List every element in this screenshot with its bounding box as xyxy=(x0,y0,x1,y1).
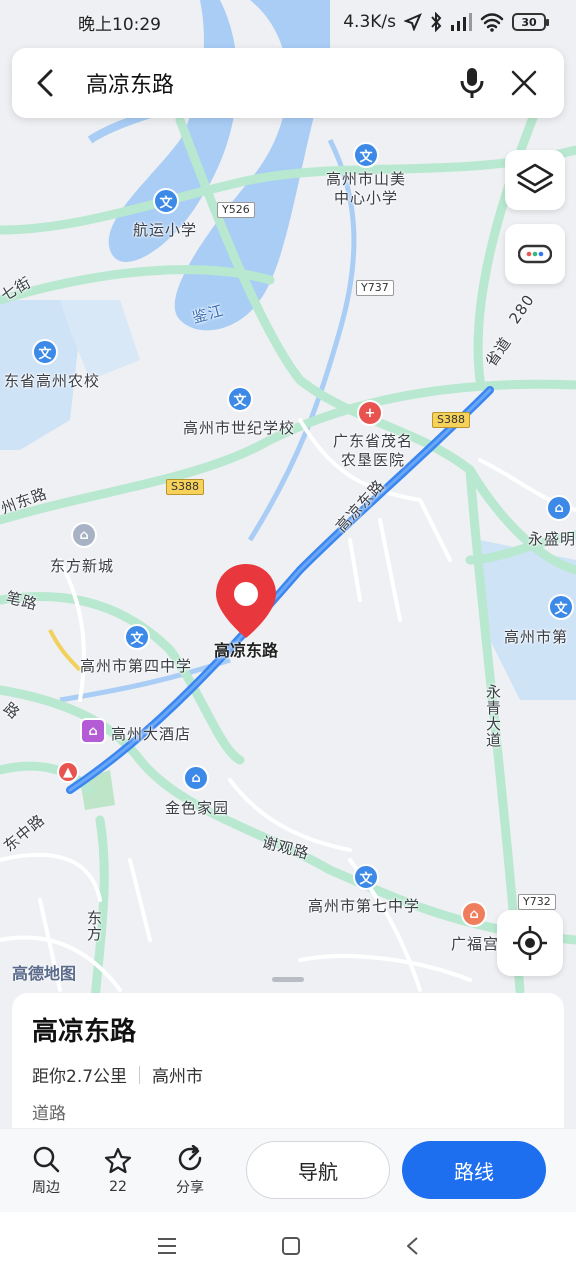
close-icon xyxy=(511,70,537,96)
poi-label[interactable]: 高州市第 xyxy=(504,626,568,647)
search-bar[interactable]: 高凉东路 xyxy=(12,48,564,118)
temple-icon[interactable]: ⌂ xyxy=(461,901,487,927)
poi-label[interactable]: 广福宫 xyxy=(451,933,499,954)
nearby-button[interactable]: 周边 xyxy=(10,1145,82,1197)
place-type: 道路 xyxy=(32,1104,66,1124)
bluetooth-icon xyxy=(431,12,442,32)
microphone-icon xyxy=(460,68,484,98)
wifi-icon xyxy=(480,13,504,32)
chevron-left-icon xyxy=(37,69,53,97)
route-button[interactable]: 路线 xyxy=(402,1141,546,1199)
school-icon[interactable]: 文 xyxy=(548,594,574,620)
signal-icon xyxy=(451,13,472,31)
school-icon[interactable]: 文 xyxy=(153,188,179,214)
system-nav-bar xyxy=(0,1212,576,1280)
share-icon xyxy=(178,1144,202,1170)
clear-button[interactable] xyxy=(498,48,550,118)
poi-label[interactable]: 高州市世纪学校 xyxy=(183,417,295,438)
attraction-icon[interactable]: ▲ xyxy=(57,761,79,783)
poi-label[interactable]: 永盛明 xyxy=(528,528,576,549)
layers-icon xyxy=(516,163,554,194)
share-label: 分享 xyxy=(176,1179,204,1196)
back-icon[interactable] xyxy=(405,1236,419,1256)
favorite-button[interactable]: 22 xyxy=(82,1147,154,1195)
nearby-label: 周边 xyxy=(32,1179,60,1196)
poi-label[interactable]: 高州大酒店 xyxy=(111,723,191,744)
search-icon xyxy=(33,1146,60,1172)
meta-divider xyxy=(139,1065,141,1084)
action-bar: 周边 22 分享 导航 路线 xyxy=(0,1128,576,1212)
map-view[interactable]: 文 文 文 文 + 文 ⌂ ⌂ 文 ⌂ 文 ⌂ ▲ ⌂ 航运小学 高州市山美 中… xyxy=(0,0,576,1000)
poi-label[interactable]: 东省高州农校 xyxy=(4,370,100,391)
locate-icon xyxy=(513,926,547,960)
place-city: 高州市 xyxy=(152,1067,204,1087)
voice-search-button[interactable] xyxy=(446,48,498,118)
residential-icon[interactable]: ⌂ xyxy=(183,765,209,791)
school-icon[interactable]: 文 xyxy=(227,386,253,412)
residential-icon[interactable]: ⌂ xyxy=(71,522,97,548)
layers-button[interactable] xyxy=(505,150,565,210)
favorite-count: 22 xyxy=(109,1178,127,1195)
back-button[interactable] xyxy=(12,48,78,118)
place-title: 高凉东路 xyxy=(32,1017,137,1047)
navigate-button[interactable]: 导航 xyxy=(246,1141,390,1199)
pin-label: 高凉东路 xyxy=(214,641,279,660)
hotel-icon[interactable]: ⌂ xyxy=(80,718,106,744)
poi-label[interactable]: 东方新城 xyxy=(50,555,114,576)
place-meta: 距你2.7公里 高州市 xyxy=(32,1062,544,1087)
sheet-drag-handle[interactable] xyxy=(272,977,304,982)
dots-icon xyxy=(518,244,552,264)
road-badge: Y526 xyxy=(217,202,255,218)
status-bar: 晚上10:29 4.3K/s 30 xyxy=(0,0,576,44)
poi-label[interactable]: 广东省茂名 农垦医院 xyxy=(328,432,418,470)
poi-label[interactable]: 高州市第四中学 xyxy=(80,655,192,676)
school-icon[interactable]: 文 xyxy=(124,624,150,650)
school-icon[interactable]: 文 xyxy=(353,864,379,890)
poi-label[interactable]: 高州市山美 中心小学 xyxy=(320,170,412,208)
road-badge: Y737 xyxy=(356,280,394,296)
road-badge: S388 xyxy=(432,412,470,428)
location-arrow-icon xyxy=(404,13,422,31)
road-label: 东方 xyxy=(85,910,103,942)
residential-icon[interactable]: ⌂ xyxy=(546,495,572,521)
battery-icon: 30 xyxy=(512,13,549,31)
locate-me-button[interactable] xyxy=(497,910,563,976)
map-watermark: 高德地图 xyxy=(12,964,77,983)
star-icon xyxy=(104,1147,132,1173)
poi-label[interactable]: 高州市第七中学 xyxy=(308,895,420,916)
search-input[interactable]: 高凉东路 xyxy=(78,67,446,99)
poi-label[interactable]: 航运小学 xyxy=(133,219,197,240)
school-icon[interactable]: 文 xyxy=(353,142,379,168)
road-badge: Y732 xyxy=(518,894,556,910)
menu-icon[interactable] xyxy=(157,1237,177,1255)
home-icon[interactable] xyxy=(281,1236,301,1256)
location-pin-icon[interactable] xyxy=(214,562,278,642)
road-label: 永青大道 xyxy=(484,684,502,748)
hospital-icon[interactable]: + xyxy=(357,400,383,426)
place-detail-sheet[interactable]: 高凉东路 距你2.7公里 高州市 道路 xyxy=(12,993,564,1133)
road-badge: S388 xyxy=(166,479,204,495)
status-time: 晚上10:29 xyxy=(78,14,161,35)
school-icon[interactable]: 文 xyxy=(32,339,58,365)
place-distance: 距你2.7公里 xyxy=(32,1067,128,1087)
poi-label[interactable]: 金色家园 xyxy=(165,797,229,818)
network-speed: 4.3K/s xyxy=(343,12,396,32)
more-tools-button[interactable] xyxy=(505,224,565,284)
share-button[interactable]: 分享 xyxy=(154,1144,226,1197)
